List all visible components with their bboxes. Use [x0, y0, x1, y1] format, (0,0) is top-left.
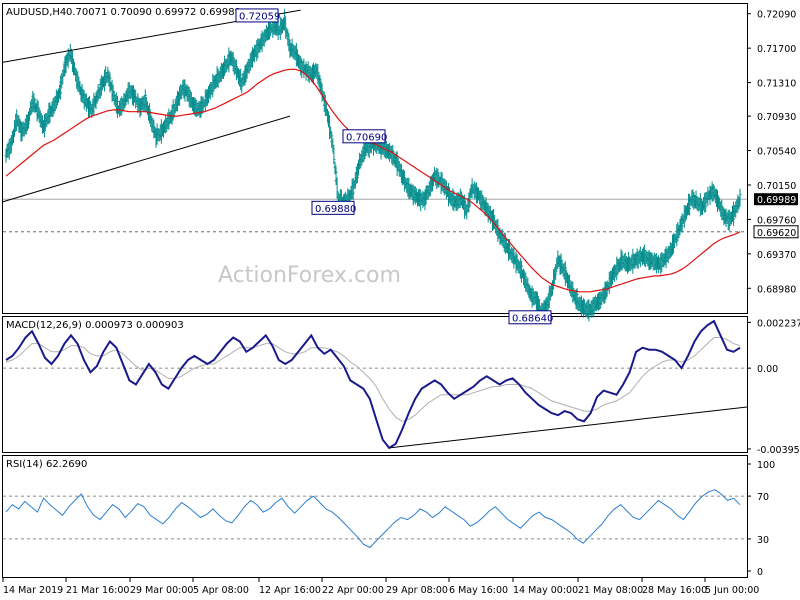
price-annotation-label: 0.70690	[346, 132, 387, 143]
time-axis-label: 29 Apr 08:00	[386, 585, 448, 596]
price-axis-label: 0.71310	[757, 79, 796, 90]
price-axis-label: 0.70540	[757, 147, 796, 158]
rsi-axis-label: 70	[757, 492, 769, 503]
price-reference-lines	[3, 198, 747, 233]
price-annotation-label: 0.72059	[239, 11, 280, 22]
current-price-label: 0.69989	[757, 195, 796, 206]
trend-channel	[2, 9, 301, 203]
time-axis-label: 29 Mar 00:00	[130, 585, 193, 596]
time-axis-label: 14 Mar 2019	[3, 585, 63, 596]
macd-axis-label: 0.002237	[757, 318, 800, 329]
time-axis-label: 12 Apr 16:00	[259, 585, 321, 596]
time-axis-label: 21 May 08:00	[578, 585, 643, 596]
time-axis-label: 5 Apr 08:00	[193, 585, 249, 596]
time-axis-label: 21 Mar 16:00	[66, 585, 129, 596]
rsi-axis-label: 0	[757, 567, 763, 578]
rsi-panel-frame	[2, 455, 748, 578]
watermark: ActionForex.com	[218, 263, 401, 288]
rsi-title: RSI(14) 62.2690	[6, 459, 87, 470]
price-axis-label: 0.69760	[757, 215, 796, 226]
time-axis-label: 14 May 00:00	[513, 585, 578, 596]
ohlc-label: 0.70071 0.70090 0.69972 0.69989	[66, 7, 241, 18]
price-chart[interactable]: ActionForex.com AUDUSD,H4 0.70071 0.7009…	[0, 0, 800, 600]
rsi-axis-label: 100	[757, 460, 775, 471]
macd-title: MACD(12,26,9) 0.000973 0.000903	[6, 320, 184, 331]
macd-lines	[3, 319, 748, 450]
macd-axis: 0.002237 0.00 -0.00395	[747, 318, 800, 456]
macd-main-line	[5, 319, 741, 450]
price-annotation-label: 0.69880	[315, 204, 356, 215]
price-axis-label: 0.70150	[757, 181, 796, 192]
time-axis-label: 28 May 16:00	[642, 585, 707, 596]
price-axis-label: 0.70930	[757, 112, 796, 123]
price-axis-label: 0.72090	[757, 10, 796, 21]
time-axis-label: 22 Apr 00:00	[322, 585, 384, 596]
time-axis: 14 Mar 2019 21 Mar 16:00 29 Mar 00:00 5 Apr…	[2, 578, 759, 596]
macd-axis-label: 0.00	[757, 364, 778, 375]
price-axis-label: 0.68980	[757, 284, 796, 295]
rsi-axis-label: 30	[757, 535, 769, 546]
time-axis-label: 6 May 16:00	[449, 585, 508, 596]
rsi-axis: 100 70 30 0	[747, 460, 775, 578]
rsi-line	[3, 489, 747, 549]
symbol-label: AUDUSD,H4	[6, 7, 66, 18]
price-axis: 0.72090 0.71700 0.71310 0.70930 0.70540 0.701…	[747, 10, 799, 295]
price-axis-label: 0.71700	[757, 44, 796, 55]
time-axis-label: 5 Jun 00:00	[705, 585, 759, 596]
level-label: 0.69620	[757, 228, 796, 239]
price-annotation-label: 0.68640	[512, 313, 553, 324]
price-axis-label: 0.69370	[757, 250, 796, 261]
macd-axis-label: -0.00395	[757, 445, 800, 456]
